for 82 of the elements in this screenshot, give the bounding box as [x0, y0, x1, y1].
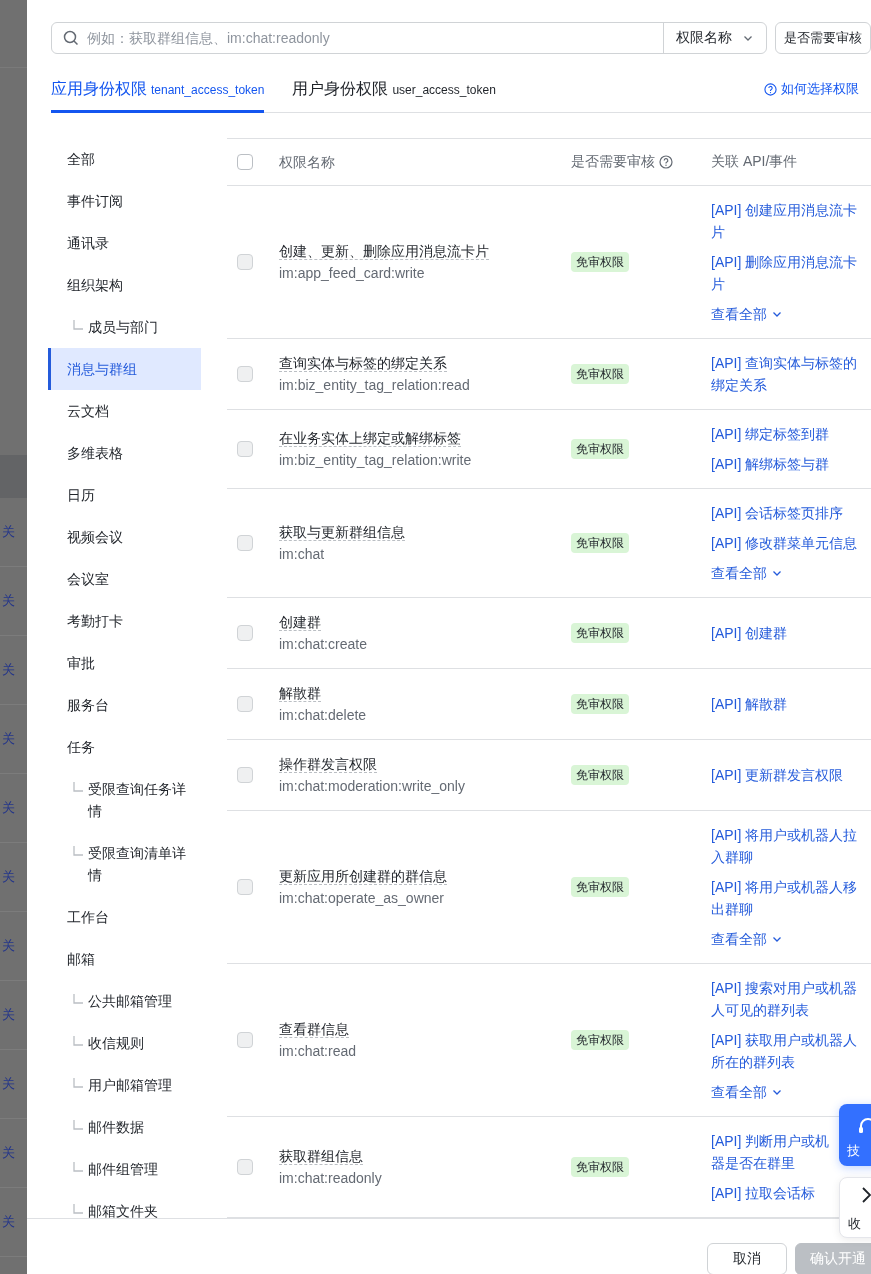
- tree-branch-icon: [73, 782, 83, 792]
- permission-scope: im:chat:create: [279, 635, 368, 654]
- sidebar-item[interactable]: 工作台: [48, 896, 201, 938]
- checkbox[interactable]: [237, 154, 253, 170]
- tree-branch-icon: [73, 1078, 83, 1088]
- permission-name: 在业务实体上绑定或解绑标签: [279, 430, 461, 447]
- help-icon: [659, 155, 673, 169]
- permission-name: 创建、更新、删除应用消息流卡片: [279, 243, 489, 260]
- sidebar-item[interactable]: 受限查询任务详情: [48, 768, 201, 832]
- permission-name: 解散群: [279, 685, 321, 702]
- review-badge: 免审权限: [571, 765, 629, 785]
- sidebar-item[interactable]: 组织架构: [48, 264, 201, 306]
- review-badge: 免审权限: [571, 1157, 629, 1177]
- sidebar-item[interactable]: 多维表格: [48, 432, 201, 474]
- sidebar-item[interactable]: 日历: [48, 474, 201, 516]
- review-badge: 免审权限: [571, 877, 629, 897]
- permission-name: 操作群发言权限: [279, 756, 377, 773]
- sidebar-item[interactable]: 受限查询清单详情: [48, 832, 201, 896]
- permission-scope: im:chat: [279, 545, 326, 564]
- cancel-button[interactable]: 取消: [707, 1243, 787, 1274]
- review-badge: 免审权限: [571, 533, 629, 553]
- tree-branch-icon: [73, 994, 83, 1004]
- sidebar-item[interactable]: 审批: [48, 642, 201, 684]
- collapse-button[interactable]: 收: [839, 1177, 871, 1238]
- sidebar-item[interactable]: 考勤打卡: [48, 600, 201, 642]
- permission-name: 创建群: [279, 614, 321, 631]
- sidebar-item[interactable]: 事件订阅: [48, 180, 201, 222]
- sidebar-item[interactable]: 云文档: [48, 390, 201, 432]
- sidebar-item[interactable]: 全部: [48, 138, 201, 180]
- sidebar-item[interactable]: 用户邮箱管理: [48, 1064, 201, 1106]
- tree-branch-icon: [73, 1036, 83, 1046]
- tree-branch-icon: [73, 320, 83, 330]
- dimmed-header-bar: [0, 455, 27, 498]
- review-filter-select[interactable]: 是否需要审核: [775, 22, 871, 54]
- field-select[interactable]: 权限名称: [663, 23, 766, 53]
- column-header: 是否需要审核: [571, 153, 655, 171]
- tree-branch-icon: [73, 1204, 83, 1214]
- chevron-right-icon: [860, 1186, 871, 1204]
- permission-name: 更新应用所创建群的群信息: [279, 868, 447, 885]
- permission-name: 获取群组信息: [279, 1148, 363, 1165]
- permission-name: 查看群信息: [279, 1021, 349, 1038]
- permission-tab[interactable]: 应用身份权限 tenant_access_token: [51, 79, 265, 113]
- review-badge: 免审权限: [571, 364, 629, 384]
- sidebar-item[interactable]: 成员与部门: [48, 306, 201, 348]
- permission-scope: im:chat:readonly: [279, 1169, 383, 1188]
- sidebar-item[interactable]: 消息与群组: [48, 348, 201, 390]
- review-badge: 免审权限: [571, 623, 629, 643]
- review-badge: 免审权限: [571, 439, 629, 459]
- tree-branch-icon: [73, 1120, 83, 1130]
- sidebar-item[interactable]: 邮箱: [48, 938, 201, 980]
- sidebar-item[interactable]: 视频会议: [48, 516, 201, 558]
- search-icon: [63, 30, 79, 46]
- permission-scope: im:chat:operate_as_owner: [279, 889, 445, 908]
- sidebar-item[interactable]: 公共邮箱管理: [48, 980, 201, 1022]
- permission-name: 查询实体与标签的绑定关系: [279, 355, 447, 372]
- permission-scope: im:app_feed_card:write: [279, 264, 426, 283]
- support-button[interactable]: 技: [839, 1104, 871, 1166]
- sidebar-item[interactable]: 通讯录: [48, 222, 201, 264]
- help-link[interactable]: 如何选择权限: [781, 80, 859, 98]
- column-header: 权限名称: [279, 154, 335, 170]
- sidebar-item[interactable]: 邮件组管理: [48, 1148, 201, 1190]
- permission-name: 获取与更新群组信息: [279, 524, 405, 541]
- permission-scope: im:biz_entity_tag_relation:read: [279, 376, 471, 395]
- sidebar-item[interactable]: 邮件数据: [48, 1106, 201, 1148]
- permission-tab[interactable]: 用户身份权限 user_access_token: [292, 79, 496, 113]
- search-field[interactable]: 例如：获取群组信息、im:chat:readonly 权限名称: [51, 22, 767, 54]
- sidebar-item[interactable]: 服务台: [48, 684, 201, 726]
- permission-scope: im:chat:moderation:write_only: [279, 777, 466, 796]
- tree-branch-icon: [73, 846, 83, 856]
- review-badge: 免审权限: [571, 694, 629, 714]
- column-header: 关联 API/事件: [711, 153, 799, 171]
- sidebar-item[interactable]: 任务: [48, 726, 201, 768]
- review-badge: 免审权限: [571, 252, 629, 272]
- permission-scope: im:chat:delete: [279, 706, 368, 725]
- review-badge: 免审权限: [571, 1030, 629, 1050]
- tree-branch-icon: [73, 1162, 83, 1172]
- permission-scope: im:biz_entity_tag_relation:write: [279, 451, 473, 470]
- sidebar-item[interactable]: 会议室: [48, 558, 201, 600]
- sidebar-item[interactable]: 收信规则: [48, 1022, 201, 1064]
- sidebar-item[interactable]: 邮箱文件夹: [48, 1190, 201, 1218]
- help-icon: [764, 82, 777, 96]
- permission-scope: im:chat:read: [279, 1042, 358, 1061]
